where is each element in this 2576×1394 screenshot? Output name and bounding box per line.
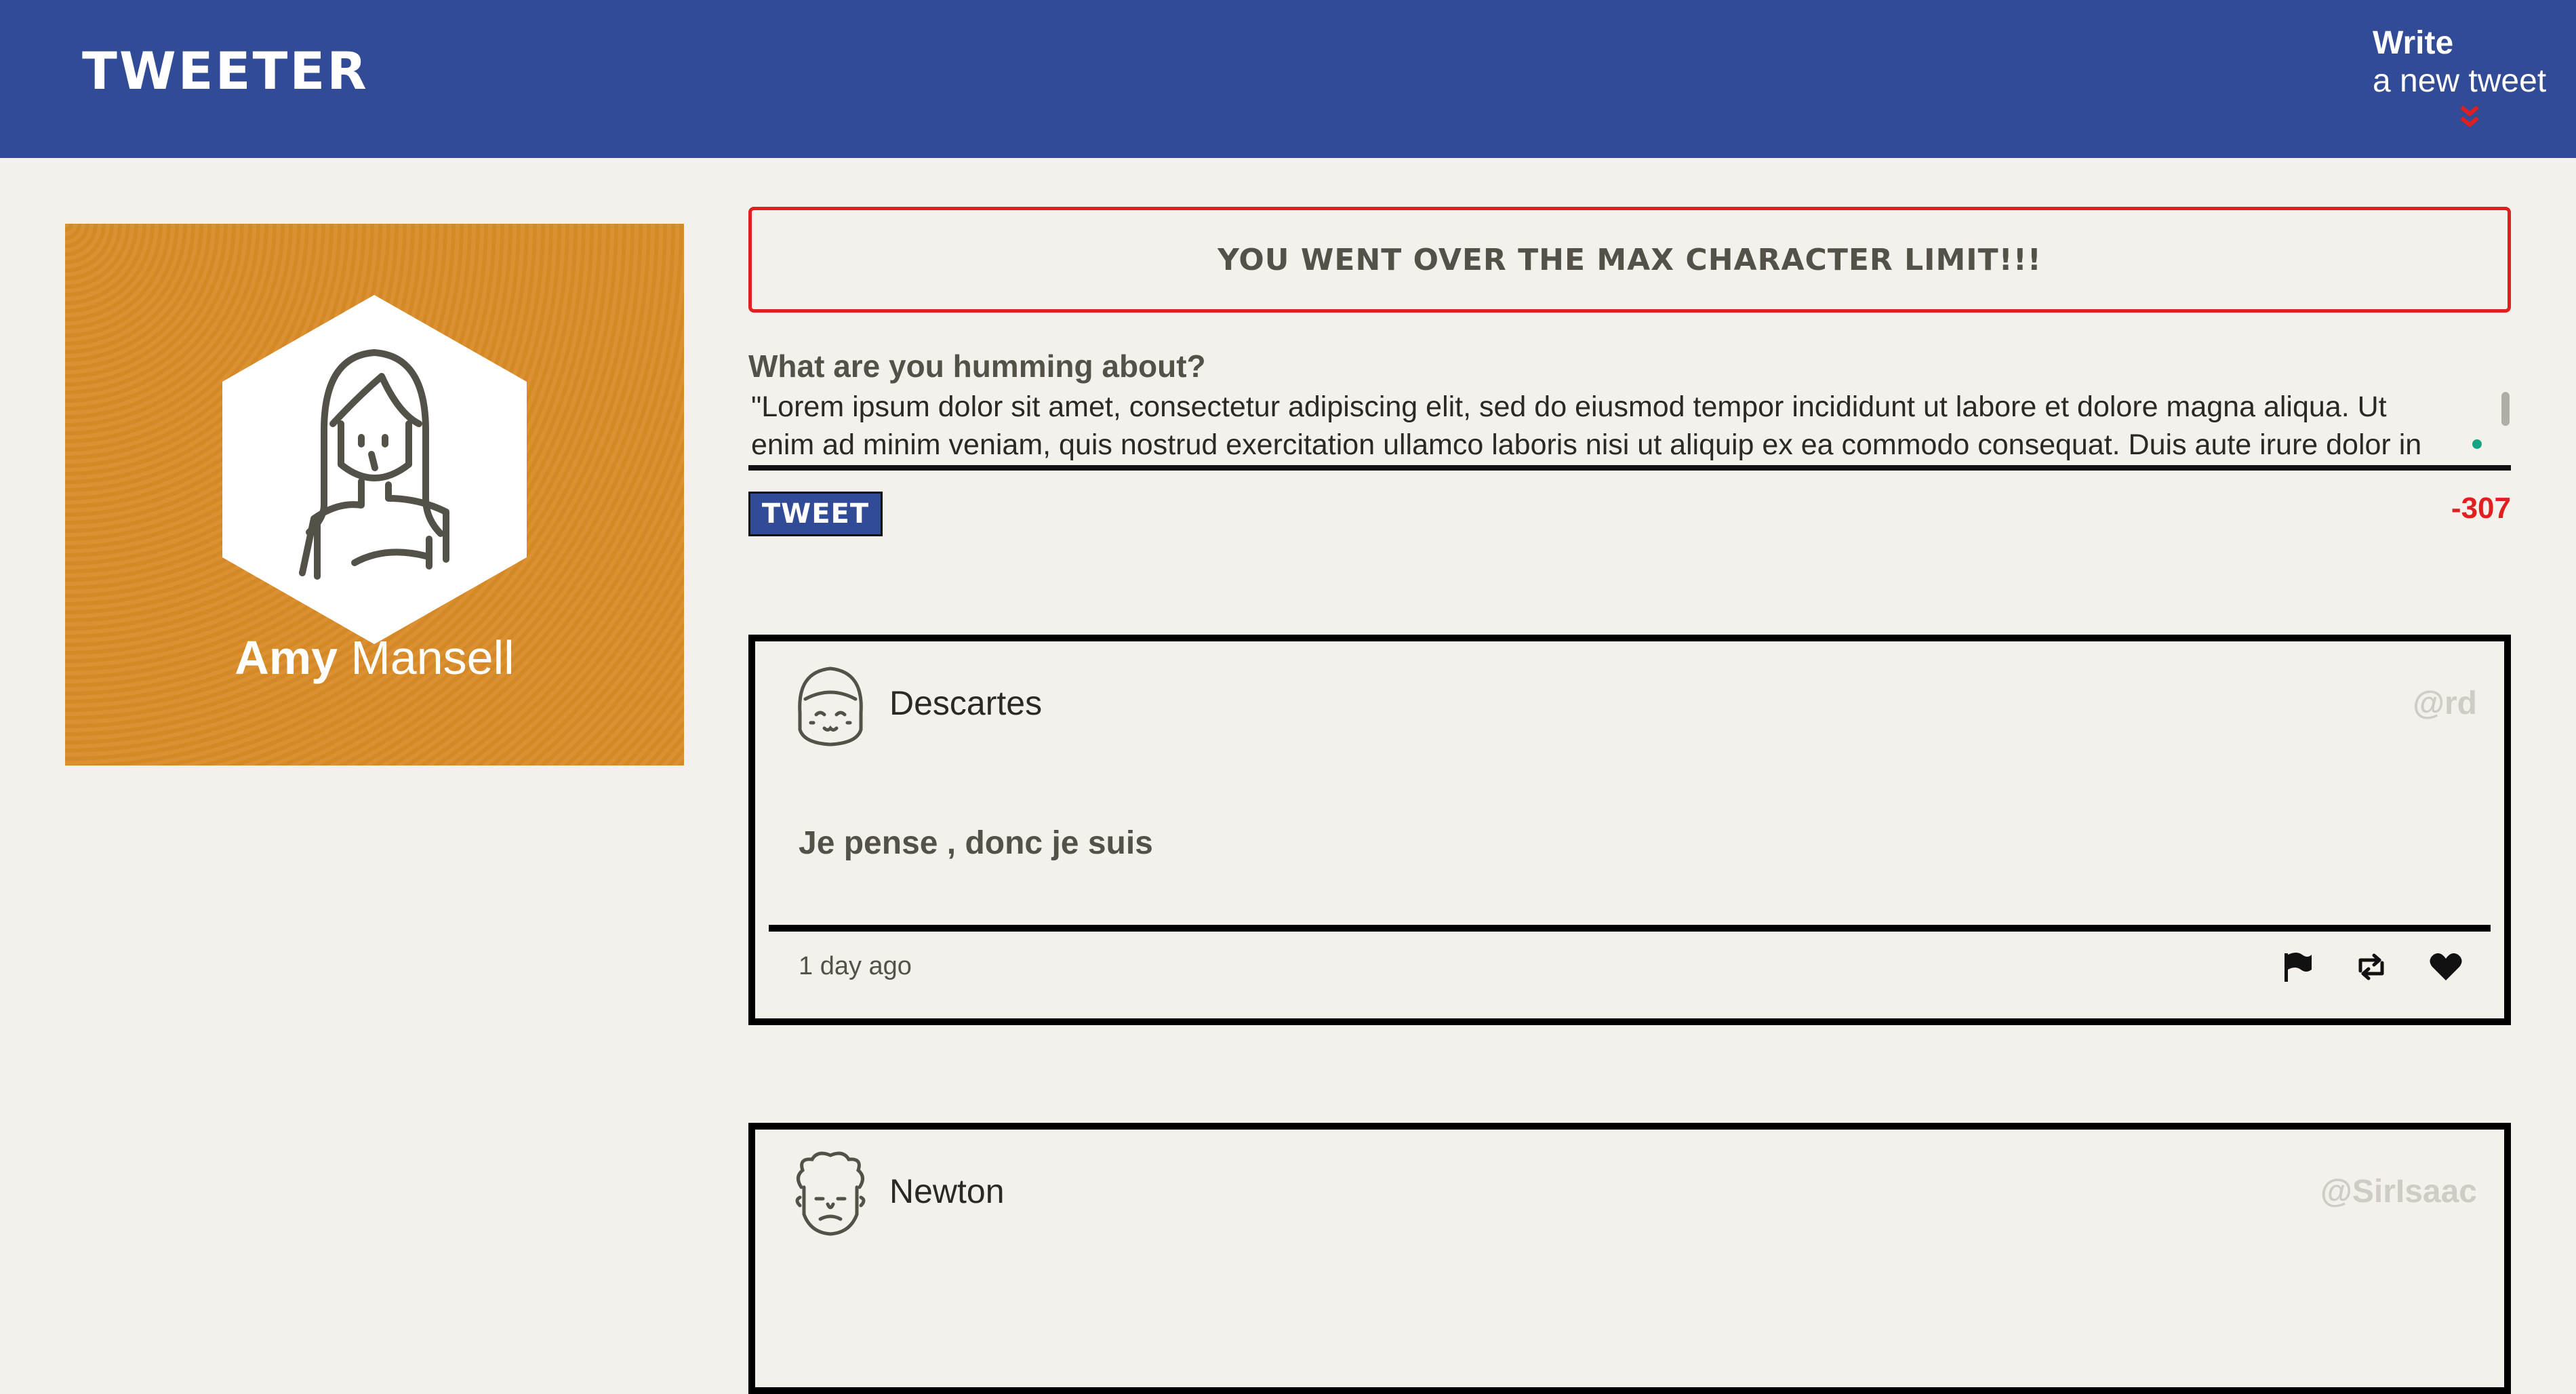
grammar-indicator-icon[interactable] — [2472, 439, 2482, 449]
char-counter-value: -307 — [2451, 492, 2511, 525]
profile-first-name: Amy — [235, 631, 338, 684]
profile-last-name: Mansell — [350, 631, 515, 684]
flag-icon[interactable] — [2279, 951, 2314, 983]
tweet-author-handle: @SirIsaac — [2320, 1174, 2477, 1210]
user-avatar-icon — [798, 666, 863, 746]
tweet-card: Descartes @rd Je pense , donc je suis 1 … — [748, 635, 2511, 1025]
retweet-icon[interactable] — [2354, 951, 2389, 983]
tweet-actions — [2279, 951, 2463, 983]
avatar — [222, 295, 527, 644]
tweet-divider — [769, 925, 2491, 932]
profile-name: Amy Mansell — [65, 631, 684, 685]
textarea-scrollbar[interactable] — [2501, 392, 2510, 426]
user-avatar-icon — [795, 1151, 866, 1236]
main-column: You went over the max character limit!!!… — [748, 0, 2518, 1394]
heart-icon[interactable] — [2428, 951, 2463, 983]
tweet-timestamp: 1 day ago — [799, 952, 912, 980]
tweet-author-name: Newton — [889, 1172, 1005, 1210]
tweet-author-name: Descartes — [889, 684, 1043, 722]
tweet-card: Newton @SirIsaac — [748, 1123, 2511, 1394]
tweet-author-handle: @rd — [2413, 685, 2477, 721]
profile-card: Amy Mansell — [65, 224, 684, 765]
brand-logo[interactable]: Tweeter — [82, 41, 369, 101]
compose-label: What are you humming about? — [748, 348, 1206, 384]
error-message: You went over the max character limit!!! — [748, 207, 2511, 313]
tweet-textarea[interactable]: "Lorem ipsum dolor sit amet, consectetur… — [748, 386, 2511, 471]
tweet-content: Je pense , donc je suis — [799, 825, 1153, 861]
tweet-submit-button[interactable]: Tweet — [748, 492, 883, 536]
